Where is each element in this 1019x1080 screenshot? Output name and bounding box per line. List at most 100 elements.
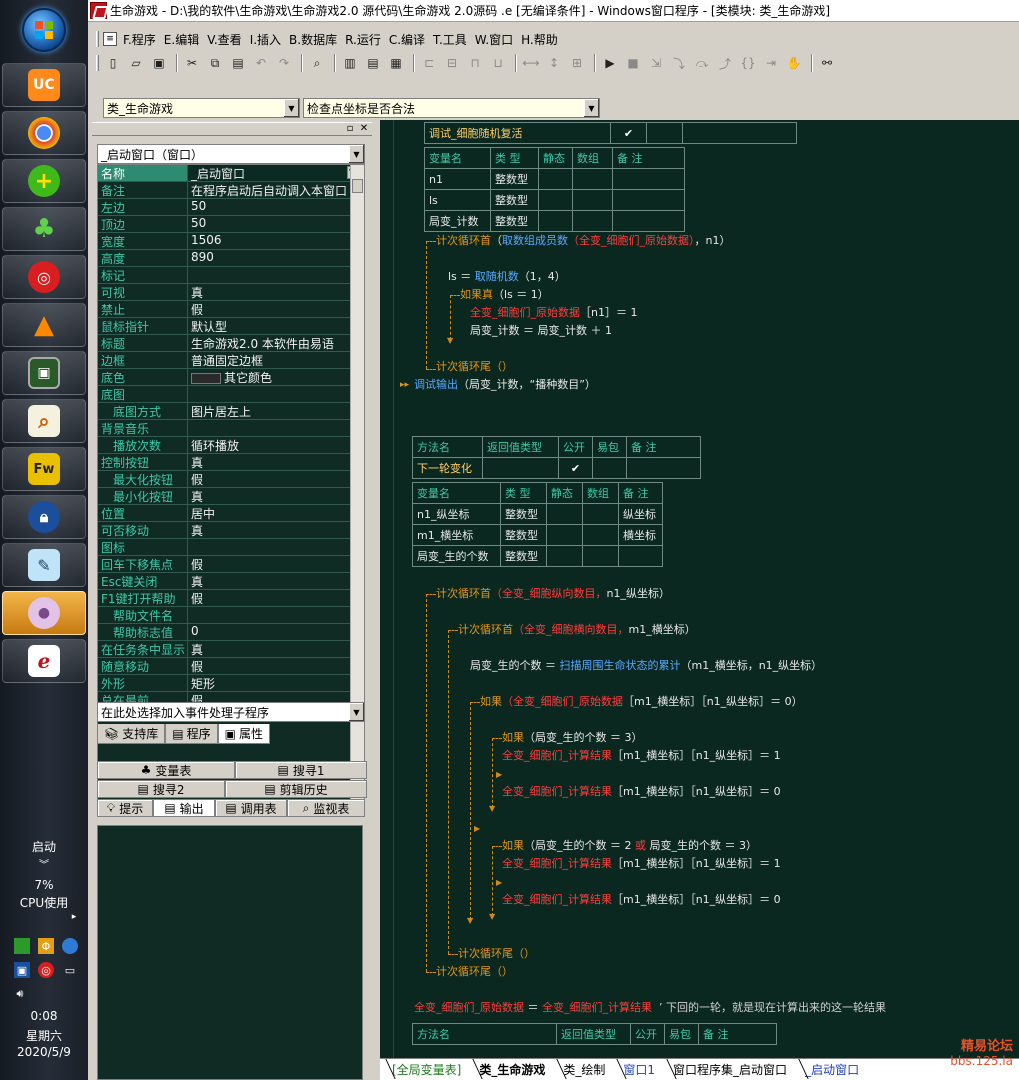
property-row[interactable]: 高度 890 [98, 250, 364, 267]
cell[interactable] [572, 210, 613, 232]
property-row[interactable]: 可否移动真 [98, 522, 364, 539]
property-value[interactable]: 假 [188, 471, 364, 487]
code-line[interactable]: 如果（局变_生的个数 ＝ 2 或 局变_生的个数 ＝ 3） [502, 839, 757, 853]
property-value[interactable]: 其它颜色 [188, 369, 364, 385]
var-note[interactable] [612, 189, 685, 211]
code-line[interactable]: 调试输出（局变_计数，“播种数目”） [414, 378, 596, 392]
property-value[interactable]: 假 [188, 556, 364, 572]
clip-history-button[interactable]: ▤ 剪辑历史 [225, 780, 367, 798]
cell[interactable] [582, 545, 619, 567]
menu-run[interactable]: R.运行 [341, 31, 385, 48]
property-row[interactable]: 位置 居中 [98, 505, 364, 522]
code-line[interactable]: 全变_细胞们_计算结果［m1_横坐标］［n1_纵坐标］＝ 1 [502, 749, 781, 763]
tab-global-vars[interactable]: [全局变量表] [380, 1059, 467, 1079]
cell[interactable] [482, 457, 559, 479]
code-editor[interactable]: 调试_细胞随机复活 ✔ 变量名 类 型 静态 数组 备 注 n1 整数型 ls 整数… [380, 120, 1019, 1058]
tab-watch[interactable]: ⌕ 监视表 [287, 799, 365, 817]
open-folder-icon[interactable]: ▱ [126, 53, 146, 73]
code-line[interactable]: 局变_生的个数 ＝ 扫描周围生命状态的累计（m1_横坐标，n1_纵坐标） [470, 659, 822, 673]
tab-class-life-game[interactable]: 类_生命游戏 [467, 1059, 551, 1079]
method-name[interactable]: 下一轮变化 [412, 457, 483, 479]
tab-call-stack[interactable]: ▤ 调用表 [215, 799, 287, 817]
run-icon[interactable]: ▶ [600, 53, 620, 73]
menu-help[interactable]: H.帮助 [517, 31, 562, 48]
code-line[interactable]: 全变_细胞们_原始数据［n1］＝ 1 [470, 306, 637, 320]
property-row[interactable]: Esc键关闭真 [98, 573, 364, 590]
variable-table-button[interactable]: ♣ 变量表 [97, 761, 235, 779]
start-button[interactable] [22, 8, 66, 52]
output-panel[interactable] [97, 825, 363, 1080]
step-icon[interactable]: ⇲ [646, 53, 666, 73]
panel-caption[interactable] [92, 122, 372, 136]
chevron-down-icon[interactable]: ▼ [348, 145, 364, 163]
code-line[interactable]: 全变_细胞们_计算结果［m1_横坐标］［n1_纵坐标］＝ 0 [502, 893, 781, 907]
var-type[interactable]: 整数型 [500, 524, 547, 546]
chevron-down-icon[interactable]: ▼ [283, 99, 299, 117]
taskbar-vpn[interactable]: 🔒︎ [2, 495, 86, 539]
property-value[interactable] [188, 420, 364, 436]
tab-class-draw[interactable]: 类_绘制 [551, 1059, 611, 1079]
menu-insert[interactable]: I.插入 [246, 31, 285, 48]
layout1-icon[interactable]: ▥ [340, 53, 360, 73]
property-value[interactable]: 890 [188, 250, 364, 266]
tray-music-icon[interactable]: ◎ [38, 962, 54, 978]
taskbar-e-language[interactable]: ℯ [2, 639, 86, 683]
tab-program[interactable]: ▤ 程序 [165, 724, 218, 744]
braces-icon[interactable]: {} [738, 53, 758, 73]
menu-program[interactable]: F.程序 [119, 31, 160, 48]
toolbar-grip[interactable] [96, 55, 99, 71]
redo-icon[interactable]: ↷ [274, 53, 294, 73]
property-row[interactable]: 顶边 50 [98, 216, 364, 233]
tray-lock-icon[interactable]: ▣ [14, 962, 30, 978]
property-row[interactable]: 标题 生命游戏2.0 本软件由易语 [98, 335, 364, 352]
title-bar[interactable]: 生命游戏 - D:\我的软件\生命游戏\生命游戏2.0 源代码\生命游戏 2.0… [88, 0, 1019, 22]
property-value[interactable]: 真 [188, 284, 364, 300]
menu-view[interactable]: V.查看 [203, 31, 245, 48]
property-row[interactable]: 标记 [98, 267, 364, 284]
event-selector[interactable]: 在此处选择加入事件处理子程序 ▼ [97, 702, 365, 722]
step-out-icon[interactable]: ⤴ [715, 53, 735, 73]
tab-library[interactable]: 📚︎ 支持库 [97, 724, 166, 744]
module-selector[interactable]: 类_生命游戏 ▼ [103, 98, 300, 118]
property-row[interactable]: 外形 矩形 [98, 675, 364, 692]
var-type[interactable]: 整数型 [500, 545, 547, 567]
volume-icon[interactable]: 🔊︎ [12, 986, 28, 1002]
property-row[interactable]: 底色 其它颜色 [98, 369, 364, 386]
tray-green-icon[interactable] [14, 938, 30, 954]
property-value[interactable]: 真 [188, 573, 364, 589]
clock-time[interactable]: 0:08 [0, 1009, 88, 1023]
property-row[interactable]: 在任务条中显示真 [98, 641, 364, 658]
save-icon[interactable]: ▣ [149, 53, 169, 73]
undo-icon[interactable]: ↶ [251, 53, 271, 73]
property-value[interactable]: 在程序启动后自动调入本窗口 [188, 182, 364, 198]
chevron-down-icon[interactable]: ︾ [0, 856, 88, 871]
property-row[interactable]: 最小化按钮真 [98, 488, 364, 505]
property-row[interactable]: 底图 [98, 386, 364, 403]
property-row[interactable]: 图标 [98, 539, 364, 556]
search1-button[interactable]: ▤ 搜寻1 [235, 761, 367, 779]
stop-icon[interactable]: ■ [623, 53, 643, 73]
property-row[interactable]: 可视真 [98, 284, 364, 301]
taskbar-360[interactable]: + [2, 159, 86, 203]
align-top-icon[interactable]: ⊓ [465, 53, 485, 73]
property-value[interactable]: 图片居左上 [188, 403, 364, 419]
taskbar-netease-music[interactable]: ◎ [2, 255, 86, 299]
property-value[interactable] [188, 386, 364, 402]
menu-compile[interactable]: C.编译 [385, 31, 429, 48]
paste-icon[interactable]: ▤ [228, 53, 248, 73]
code-line[interactable]: ls ＝ 取随机数（1，4） [448, 270, 566, 284]
method-name[interactable]: 调试_细胞随机复活 [424, 122, 611, 144]
var-name[interactable]: m1_横坐标 [412, 524, 501, 546]
property-row[interactable]: F1键打开帮助假 [98, 590, 364, 607]
property-value[interactable]: 50 [188, 216, 364, 232]
layout3-icon[interactable]: ▦ [386, 53, 406, 73]
find-icon[interactable]: ⌕ [307, 53, 327, 73]
taskbar-computer[interactable]: ▣ [2, 351, 86, 395]
property-row[interactable]: 备注 在程序启动后自动调入本窗口 [98, 182, 364, 199]
close-icon[interactable]: ✕ [358, 123, 370, 135]
menu-window[interactable]: W.窗口 [471, 31, 517, 48]
property-value[interactable]: 真 [188, 488, 364, 504]
tab-output[interactable]: ▤ 输出 [153, 799, 215, 817]
property-value[interactable]: 真 [188, 641, 364, 657]
menu-edit[interactable]: E.编辑 [160, 31, 203, 48]
